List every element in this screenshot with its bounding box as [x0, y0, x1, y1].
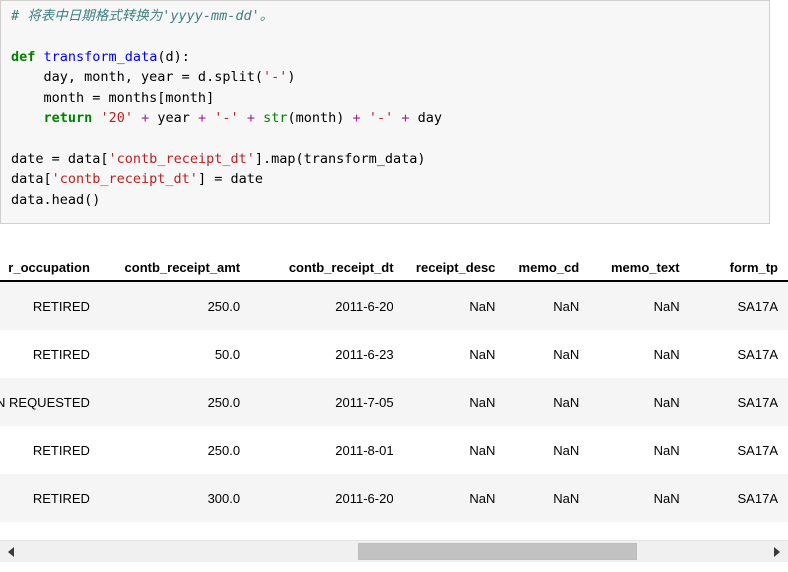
cell-contb-receipt-amt: 250.0: [99, 281, 251, 330]
cell-contb-receipt-dt: 2011-6-23: [250, 330, 404, 378]
cell-contb-receipt-amt: 50.0: [99, 330, 251, 378]
cell-receipt-desc: NaN: [403, 426, 506, 474]
chevron-left-icon: [8, 546, 14, 557]
code-token-plain: (month): [287, 110, 353, 127]
code-token-plain: (d):: [157, 48, 190, 65]
scrollbar-thumb[interactable]: [358, 543, 637, 560]
code-token-string: '-': [214, 110, 239, 127]
code-token-string: 'contb_receipt_dt': [51, 171, 198, 188]
cell-contb-receipt-dt: 2011-7-05: [250, 378, 404, 426]
cell-form-tp: SA17A: [689, 426, 788, 474]
cell-form-tp: SA17A: [689, 281, 788, 330]
code-token-plain: data[: [11, 171, 52, 188]
code-token-string: '-': [262, 69, 288, 86]
horizontal-scrollbar[interactable]: [0, 540, 788, 562]
code-token-plain: ): [287, 69, 296, 86]
column-header-contb-receipt-dt[interactable]: contb_receipt_dt: [250, 245, 404, 282]
cell-memo-text: NaN: [589, 378, 690, 426]
table-body: RETIRED 250.0 2011-6-20 NaN NaN NaN SA17…: [0, 281, 788, 522]
code-token-plain: day: [409, 110, 442, 127]
code-token-function: transform_data: [43, 48, 158, 65]
cell-form-tp: SA17A: [689, 474, 788, 522]
code-token-plain: day, month, year = d.split(: [11, 69, 263, 86]
code-token-comment: # 将表中日期格式转换为'yyyy-mm-dd'。: [11, 8, 274, 24]
cell-memo-cd: NaN: [505, 378, 590, 426]
column-header-receipt-desc[interactable]: receipt_desc: [403, 245, 506, 282]
cell-receipt-desc: NaN: [403, 474, 506, 522]
cell-contb-receipt-dt: 2011-8-01: [250, 426, 404, 474]
cell-memo-cd: NaN: [505, 426, 590, 474]
cell-contb-receipt-amt: 300.0: [99, 474, 251, 522]
code-token-string: 'contb_receipt_dt': [108, 150, 255, 167]
code-token-builtin: str: [263, 110, 288, 127]
scrollbar-track[interactable]: [22, 541, 766, 562]
table-row: INFORMATION REQUESTED 250.0 2011-7-05 Na…: [0, 378, 788, 426]
cell-occupation: RETIRED: [0, 474, 100, 522]
column-header-form-tp[interactable]: form_tp: [689, 245, 788, 282]
cell-occupation: RETIRED: [0, 330, 100, 378]
chevron-right-icon: [774, 546, 780, 557]
cell-memo-cd: NaN: [505, 474, 590, 522]
cell-memo-cd: NaN: [505, 330, 590, 378]
table-row: RETIRED 250.0 2011-6-20 NaN NaN NaN SA17…: [0, 281, 788, 330]
code-token-plain: month = months[month]: [11, 89, 215, 106]
table-header-row: r_occupation contb_receipt_amt contb_rec…: [0, 245, 788, 282]
code-token-keyword: return: [43, 110, 93, 127]
code-cell[interactable]: # 将表中日期格式转换为'yyyy-mm-dd'。 def transform_…: [0, 0, 770, 224]
code-token-plain: date = data[: [11, 150, 109, 167]
cell-contb-receipt-dt: 2011-6-20: [250, 281, 404, 330]
table-row: RETIRED 300.0 2011-6-20 NaN NaN NaN SA17…: [0, 474, 788, 522]
cell-memo-text: NaN: [589, 474, 690, 522]
column-header-contb-receipt-amt[interactable]: contb_receipt_amt: [99, 245, 251, 282]
cell-occupation: RETIRED: [0, 281, 100, 330]
cell-contb-receipt-amt: 250.0: [99, 426, 251, 474]
code-token-keyword: def: [11, 48, 36, 65]
cell-contb-receipt-amt: 250.0: [99, 378, 251, 426]
table-row: RETIRED 250.0 2011-8-01 NaN NaN NaN SA17…: [0, 426, 788, 474]
code-token-string: '-': [368, 110, 394, 127]
code-token-string: '20': [100, 110, 133, 127]
code-token-plain: ].map(transform_data): [254, 150, 426, 167]
code-token-operator: +: [141, 110, 150, 127]
cell-memo-text: NaN: [589, 426, 690, 474]
code-cell-source[interactable]: # 将表中日期格式转换为'yyyy-mm-dd'。 def transform_…: [11, 6, 769, 210]
table-row: RETIRED 50.0 2011-6-23 NaN NaN NaN SA17A: [0, 330, 788, 378]
code-token-operator: +: [352, 110, 361, 127]
code-token-operator: +: [198, 110, 207, 127]
cell-occupation: RETIRED: [0, 426, 100, 474]
code-token-plain: data.head(): [11, 191, 101, 208]
code-token-plain: ] = date: [197, 171, 263, 188]
cell-receipt-desc: NaN: [403, 281, 506, 330]
table-header: r_occupation contb_receipt_amt contb_rec…: [0, 245, 788, 282]
cell-memo-cd: NaN: [505, 281, 590, 330]
column-header-memo-cd[interactable]: memo_cd: [505, 245, 590, 282]
column-header-memo-text[interactable]: memo_text: [589, 245, 690, 282]
column-header-occupation[interactable]: r_occupation: [0, 245, 100, 282]
cell-form-tp: SA17A: [689, 378, 788, 426]
cell-form-tp: SA17A: [689, 330, 788, 378]
code-token-plain: year: [149, 110, 199, 127]
dataframe-output: r_occupation contb_receipt_amt contb_rec…: [0, 245, 788, 535]
cell-receipt-desc: NaN: [403, 330, 506, 378]
code-token-operator: +: [246, 110, 255, 127]
scroll-right-button[interactable]: [766, 541, 788, 562]
cell-contb-receipt-dt: 2011-6-20: [250, 474, 404, 522]
cell-occupation: INFORMATION REQUESTED: [0, 378, 100, 426]
scroll-left-button[interactable]: [0, 541, 22, 562]
cell-memo-text: NaN: [589, 281, 690, 330]
dataframe-table: r_occupation contb_receipt_amt contb_rec…: [0, 245, 788, 522]
cell-memo-text: NaN: [589, 330, 690, 378]
cell-receipt-desc: NaN: [403, 378, 506, 426]
